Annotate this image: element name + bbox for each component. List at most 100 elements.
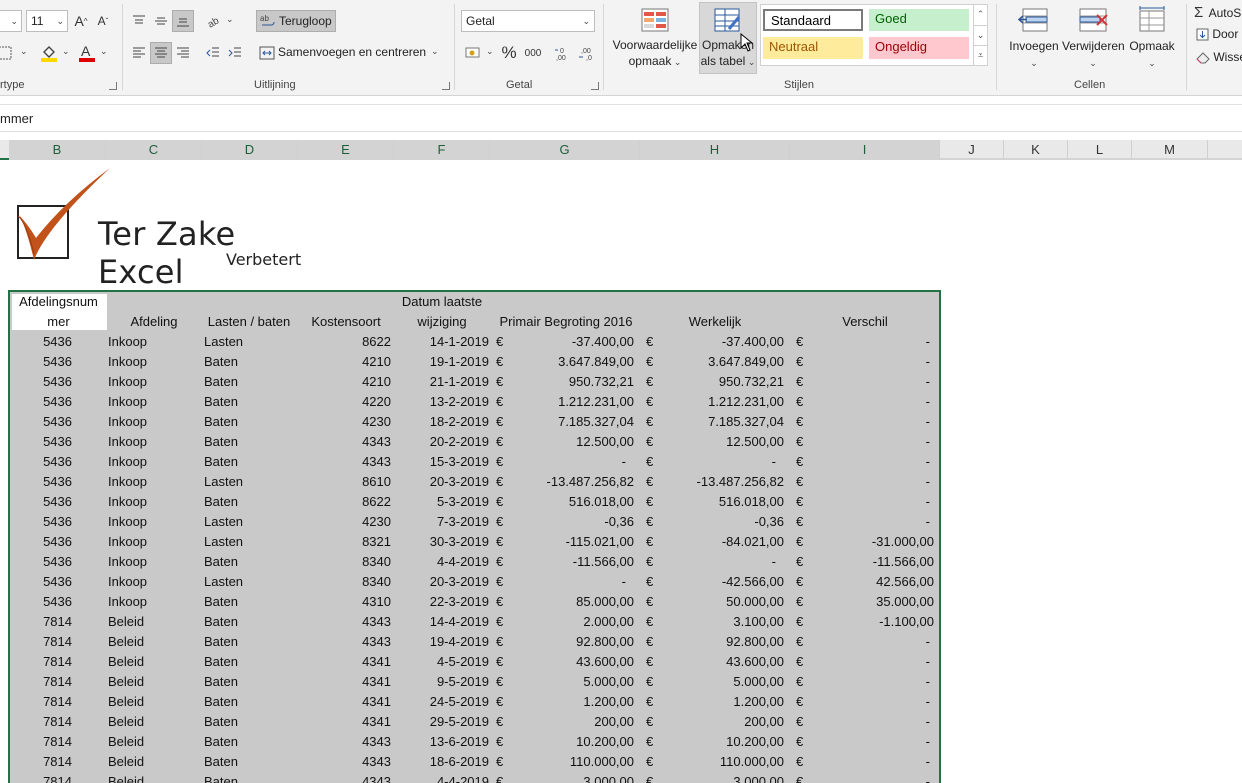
cell-afdeling[interactable]: Beleid <box>108 632 198 652</box>
cell-kostensoort[interactable]: 4343 <box>298 732 391 752</box>
align-bottom-button[interactable] <box>172 10 194 32</box>
column-header-b[interactable]: B <box>9 140 106 160</box>
cell-afdelingsnummer[interactable]: 5436 <box>10 352 72 372</box>
table-row[interactable]: 5436 Inkoop Baten 8340 4-4-2019 -11.566,00 - -1… <box>10 552 940 572</box>
orientation-caret[interactable]: ⌄ <box>226 14 234 25</box>
cell-begroting[interactable]: 43.600,00 <box>510 652 634 672</box>
cell-begroting[interactable]: -13.487.256,82 <box>510 472 634 492</box>
cell-afdelingsnummer[interactable]: 5436 <box>10 492 72 512</box>
cell-begroting[interactable]: 2.000,00 <box>510 612 634 632</box>
table-row[interactable]: 7814 Beleid Baten 4343 18-6-2019 110.000,00 11… <box>10 752 940 772</box>
cell-styles-gallery[interactable]: Standaard Goed Neutraal Ongeldig ⌃ ⌄ ⩡ <box>760 4 988 66</box>
formula-bar[interactable]: mmer <box>0 104 1242 132</box>
cell-kostensoort[interactable]: 4230 <box>298 512 391 532</box>
cell-verschil[interactable]: - <box>810 752 930 772</box>
cell-werkelijk[interactable]: 12.500,00 <box>660 432 784 452</box>
cell-lasten-baten[interactable]: Baten <box>204 752 294 772</box>
table-row[interactable]: 7814 Beleid Baten 4341 29-5-2019 200,00 200,00… <box>10 712 940 732</box>
table-row[interactable]: 7814 Beleid Baten 4341 9-5-2019 5.000,00 5.000… <box>10 672 940 692</box>
cell-datum[interactable]: 4-4-2019 <box>392 772 489 783</box>
cell-werkelijk[interactable]: 92.800,00 <box>660 632 784 652</box>
column-header-f[interactable]: F <box>394 140 490 160</box>
cell-verschil[interactable]: - <box>810 412 930 432</box>
alignment-dialog-launcher[interactable] <box>442 82 450 90</box>
cell-lasten-baten[interactable]: Lasten <box>204 572 294 592</box>
cell-lasten-baten[interactable]: Baten <box>204 452 294 472</box>
table-row[interactable]: 5436 Inkoop Baten 4343 20-2-2019 12.500,00 12.… <box>10 432 940 452</box>
cell-kostensoort[interactable]: 4343 <box>298 632 391 652</box>
cell-afdeling[interactable]: Inkoop <box>108 412 198 432</box>
cell-verschil[interactable]: - <box>810 652 930 672</box>
cell-afdeling[interactable]: Inkoop <box>108 432 198 452</box>
cell-begroting[interactable]: 10.200,00 <box>510 732 634 752</box>
cell-datum[interactable]: 30-3-2019 <box>392 532 489 552</box>
cell-afdelingsnummer[interactable]: 7814 <box>10 612 72 632</box>
table-row[interactable]: 5436 Inkoop Baten 4220 13-2-2019 1.212.231,00… <box>10 392 940 412</box>
cell-werkelijk[interactable]: -0,36 <box>660 512 784 532</box>
cell-datum[interactable]: 7-3-2019 <box>392 512 489 532</box>
cell-datum[interactable]: 13-6-2019 <box>392 732 489 752</box>
cell-lasten-baten[interactable]: Lasten <box>204 332 294 352</box>
table-row[interactable]: 5436 Inkoop Lasten 4230 7-3-2019 -0,36 -0,36- €… <box>10 512 940 532</box>
cell-afdeling[interactable]: Beleid <box>108 712 198 732</box>
cell-afdelingsnummer[interactable]: 5436 <box>10 552 72 572</box>
cell-afdelingsnummer[interactable]: 7814 <box>10 712 72 732</box>
cell-afdelingsnummer[interactable]: 7814 <box>10 732 72 752</box>
cell-datum[interactable]: 5-3-2019 <box>392 492 489 512</box>
worksheet[interactable]: Ter Zake Excel Verbetert Afdelingsnum me… <box>0 160 1242 783</box>
cell-lasten-baten[interactable]: Baten <box>204 712 294 732</box>
cell-begroting[interactable]: 3.647.849,00 <box>510 352 634 372</box>
cell-datum[interactable]: 19-1-2019 <box>392 352 489 372</box>
cell-afdelingsnummer[interactable]: 7814 <box>10 692 72 712</box>
cell-verschil[interactable]: - <box>810 432 930 452</box>
table-row[interactable]: 5436 Inkoop Lasten 8321 30-3-2019 -115.021,00… <box>10 532 940 552</box>
cell-afdeling[interactable]: Inkoop <box>108 532 198 552</box>
cell-begroting[interactable]: 110.000,00 <box>510 752 634 772</box>
table-row[interactable]: 5436 Inkoop Baten 4210 21-1-2019 950.732,21 95… <box>10 372 940 392</box>
cell-datum[interactable]: 4-4-2019 <box>392 552 489 572</box>
cell-lasten-baten[interactable]: Lasten <box>204 512 294 532</box>
cell-afdeling[interactable]: Beleid <box>108 752 198 772</box>
table-row[interactable]: 5436 Inkoop Baten 4343 15-3-2019- - - € € € <box>10 452 940 472</box>
table-row[interactable]: 5436 Inkoop Baten 4210 19-1-2019 3.647.849,00… <box>10 352 940 372</box>
table-row[interactable]: 7814 Beleid Baten 4341 4-5-2019 43.600,00 43.6… <box>10 652 940 672</box>
cell-werkelijk[interactable]: 3.100,00 <box>660 612 784 632</box>
cell-kostensoort[interactable]: 8340 <box>298 552 391 572</box>
insert-cells-button[interactable]: Invoegen ⌄ <box>1006 4 1062 72</box>
cell-lasten-baten[interactable]: Baten <box>204 612 294 632</box>
cell-datum[interactable]: 18-6-2019 <box>392 752 489 772</box>
cell-afdeling[interactable]: Beleid <box>108 692 198 712</box>
conditional-formatting-button[interactable]: Voorwaardelijke opmaak ⌄ <box>610 4 700 72</box>
cell-kostensoort[interactable]: 4343 <box>298 752 391 772</box>
cell-datum[interactable]: 14-4-2019 <box>392 612 489 632</box>
borders-caret[interactable]: ⌄ <box>20 46 28 57</box>
cell-afdeling[interactable]: Inkoop <box>108 332 198 352</box>
cell-afdeling[interactable]: Beleid <box>108 772 198 783</box>
cell-datum[interactable]: 19-4-2019 <box>392 632 489 652</box>
cell-afdelingsnummer[interactable]: 5436 <box>10 572 72 592</box>
cell-datum[interactable]: 4-5-2019 <box>392 652 489 672</box>
cell-lasten-baten[interactable]: Baten <box>204 772 294 783</box>
align-middle-button[interactable] <box>150 10 172 32</box>
cell-verschil[interactable]: - <box>810 472 930 492</box>
fill-color-button[interactable] <box>38 42 60 64</box>
cell-lasten-baten[interactable]: Lasten <box>204 472 294 492</box>
cell-kostensoort[interactable]: 4343 <box>298 452 391 472</box>
cell-begroting[interactable]: 7.185.327,04 <box>510 412 634 432</box>
cell-datum[interactable]: 22-3-2019 <box>392 592 489 612</box>
cell-datum[interactable]: 15-3-2019 <box>392 452 489 472</box>
number-format-dropdown[interactable]: Getal ⌄ <box>461 10 595 32</box>
delete-cells-button[interactable]: Verwijderen ⌄ <box>1062 4 1125 72</box>
cell-werkelijk[interactable]: - <box>660 452 776 472</box>
cell-verschil[interactable]: - <box>810 772 930 783</box>
table-row[interactable]: 7814 Beleid Baten 4343 14-4-2019 2.000,00 3.10… <box>10 612 940 632</box>
cell-afdelingsnummer[interactable]: 5436 <box>10 412 72 432</box>
merge-center-button[interactable]: Samenvoegen en centreren ⌄ <box>256 42 442 64</box>
cell-afdelingsnummer[interactable]: 5436 <box>10 472 72 492</box>
cell-verschil[interactable]: -31.000,00 <box>810 532 934 552</box>
clear-button[interactable]: Wisse <box>1196 50 1242 70</box>
cell-afdelingsnummer[interactable]: 7814 <box>10 632 72 652</box>
column-header-m[interactable]: M <box>1132 140 1208 160</box>
accounting-format-button[interactable] <box>462 42 484 64</box>
table-row[interactable]: 7814 Beleid Baten 4341 24-5-2019 1.200,00 1.20… <box>10 692 940 712</box>
